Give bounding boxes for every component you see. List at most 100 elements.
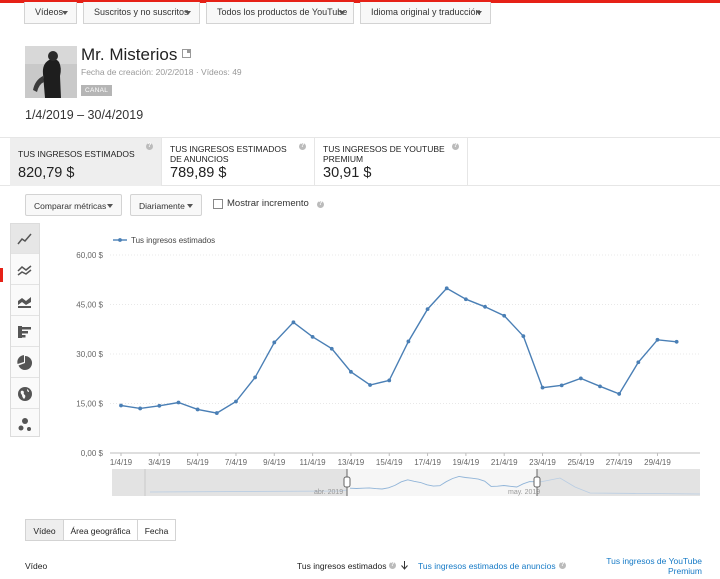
filter-label: Suscritos y no suscritos bbox=[94, 7, 189, 17]
filter-label: Idioma original y traducción bbox=[371, 7, 481, 17]
column-header-premium-revenue[interactable]: Tus ingresos de YouTube Premium bbox=[602, 556, 702, 576]
data-point bbox=[636, 360, 641, 365]
x-tick-label: 27/4/19 bbox=[606, 458, 633, 467]
caret-down-icon bbox=[62, 11, 68, 15]
x-tick-label: 21/4/19 bbox=[491, 458, 518, 467]
data-point bbox=[368, 383, 372, 387]
data-point bbox=[234, 399, 238, 404]
tab-date[interactable]: Fecha bbox=[137, 519, 176, 541]
legend-marker bbox=[118, 238, 122, 242]
metric-card-estimated-revenue[interactable]: Tus ingresos estimados 820,79 $ ? bbox=[10, 138, 162, 186]
metric-label: Tus ingresos estimados bbox=[18, 149, 135, 159]
dropdown-label: Comparar métricas bbox=[34, 201, 107, 211]
column-header-video[interactable]: Vídeo bbox=[25, 561, 47, 571]
data-point bbox=[444, 286, 449, 291]
show-increment-label[interactable]: Mostrar incremento bbox=[227, 198, 309, 209]
external-link-icon[interactable] bbox=[182, 49, 192, 58]
help-icon[interactable]: ? bbox=[559, 562, 566, 569]
help-icon[interactable]: ? bbox=[317, 201, 324, 208]
data-point bbox=[138, 406, 143, 411]
filter-label: Todos los productos de YouTube bbox=[217, 7, 348, 17]
caret-down-icon bbox=[107, 204, 113, 208]
y-tick-label: 30,00 $ bbox=[76, 350, 103, 359]
x-tick-label: 19/4/19 bbox=[453, 458, 480, 467]
sort-arrow-head-icon bbox=[401, 565, 408, 570]
data-point bbox=[559, 383, 564, 388]
x-tick-label: 1/4/19 bbox=[110, 458, 133, 467]
data-point bbox=[502, 313, 507, 318]
caret-down-icon bbox=[187, 204, 193, 208]
range-handle[interactable] bbox=[343, 476, 351, 488]
filter-products-dropdown[interactable]: Todos los productos de YouTube bbox=[206, 2, 354, 24]
x-tick-label: 3/4/19 bbox=[148, 458, 171, 467]
data-point bbox=[195, 407, 200, 412]
overview-label: abr. 2019 bbox=[314, 489, 343, 496]
x-tick-label: 13/4/19 bbox=[338, 458, 365, 467]
y-tick-label: 0,00 $ bbox=[81, 449, 104, 458]
y-tick-label: 15,00 $ bbox=[76, 400, 103, 409]
tab-video[interactable]: Vídeo bbox=[25, 519, 64, 541]
data-point bbox=[540, 385, 545, 390]
help-icon[interactable]: ? bbox=[299, 143, 306, 150]
data-point bbox=[521, 334, 526, 339]
channel-name[interactable]: Mr. Misterios bbox=[81, 45, 192, 65]
column-header-estimated-revenue[interactable]: Tus ingresos estimados bbox=[297, 561, 386, 571]
date-range: 1/4/2019 – 30/4/2019 bbox=[25, 108, 144, 122]
data-point bbox=[310, 334, 315, 339]
chart-svg: 60,00 $ 45,00 $ 30,00 $ 15,00 $ 0,00 $ 1/4/19… bbox=[76, 236, 701, 496]
tab-geography[interactable]: Área geográfica bbox=[63, 519, 138, 541]
data-point bbox=[406, 339, 411, 344]
show-increment-checkbox[interactable] bbox=[213, 199, 223, 209]
range-handle[interactable] bbox=[533, 476, 541, 488]
data-point bbox=[176, 400, 181, 405]
data-point bbox=[483, 304, 487, 309]
data-point bbox=[598, 384, 602, 389]
data-point bbox=[387, 378, 392, 383]
metric-value: 30,91 $ bbox=[323, 165, 372, 181]
x-tick-label: 23/4/19 bbox=[529, 458, 556, 467]
data-point bbox=[425, 307, 430, 312]
metric-value: 820,79 $ bbox=[18, 165, 75, 181]
caret-down-icon bbox=[185, 11, 191, 15]
revenue-chart: 60,00 $ 45,00 $ 30,00 $ 15,00 $ 0,00 $ 1/4/19… bbox=[0, 223, 720, 503]
x-tick-label: 15/4/19 bbox=[376, 458, 403, 467]
y-tick-label: 45,00 $ bbox=[76, 301, 103, 310]
x-tick-label: 9/4/19 bbox=[263, 458, 286, 467]
help-icon[interactable]: ? bbox=[389, 562, 396, 569]
caret-down-icon bbox=[476, 11, 482, 15]
series-line bbox=[120, 287, 677, 414]
channel-type-badge: CANAL bbox=[81, 85, 113, 96]
help-icon[interactable]: ? bbox=[146, 143, 153, 150]
x-tick-label: 17/4/19 bbox=[414, 458, 441, 467]
data-point bbox=[291, 320, 296, 325]
data-point bbox=[214, 411, 219, 415]
metric-card-ad-revenue[interactable]: Tus ingresos estimados de anuncios 789,8… bbox=[162, 138, 315, 186]
filter-videos-dropdown[interactable]: Vídeos bbox=[24, 2, 77, 24]
data-point bbox=[329, 346, 334, 351]
legend-label: Tus ingresos estimados bbox=[131, 236, 215, 245]
data-point bbox=[655, 337, 660, 342]
compare-metrics-dropdown[interactable]: Comparar métricas bbox=[25, 194, 122, 216]
channel-meta: Fecha de creación: 20/2/2018 · Vídeos: 4… bbox=[81, 67, 242, 77]
filter-language-dropdown[interactable]: Idioma original y traducción bbox=[360, 2, 491, 24]
channel-avatar[interactable] bbox=[25, 46, 77, 98]
x-tick-label: 25/4/19 bbox=[567, 458, 594, 467]
data-point bbox=[463, 297, 468, 302]
data-point bbox=[617, 392, 622, 396]
data-point bbox=[253, 375, 258, 380]
metric-card-premium-revenue[interactable]: Tus ingresos de YouTube Premium 30,91 $ … bbox=[315, 138, 468, 186]
metric-label: Tus ingresos de YouTube Premium bbox=[323, 144, 445, 164]
data-point bbox=[157, 403, 162, 408]
caret-down-icon bbox=[339, 11, 345, 15]
period-dropdown[interactable]: Diariamente bbox=[130, 194, 202, 216]
metric-value: 789,89 $ bbox=[170, 165, 227, 181]
x-tick-label: 11/4/19 bbox=[300, 458, 327, 467]
overview-label: may. 2019 bbox=[508, 489, 540, 496]
metric-cards: Tus ingresos estimados 820,79 $ ? Tus in… bbox=[0, 137, 720, 186]
help-icon[interactable]: ? bbox=[452, 143, 459, 150]
column-header-ad-revenue[interactable]: Tus ingresos estimados de anuncios bbox=[418, 561, 556, 571]
filter-subscribers-dropdown[interactable]: Suscritos y no suscritos bbox=[83, 2, 200, 24]
filter-label: Vídeos bbox=[35, 7, 64, 17]
x-tick-label: 7/4/19 bbox=[225, 458, 248, 467]
data-point bbox=[578, 376, 583, 381]
